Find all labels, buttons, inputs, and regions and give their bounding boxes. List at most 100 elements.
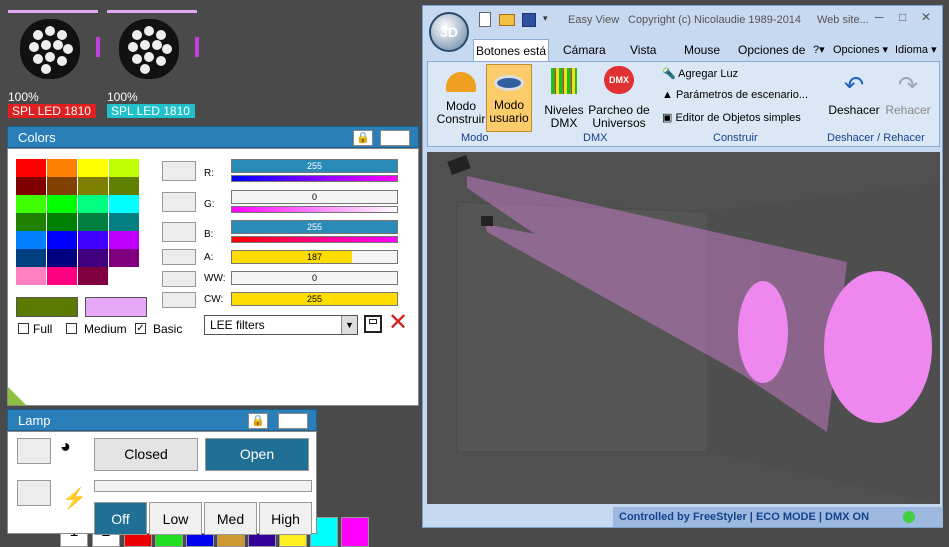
minimize-button[interactable]: ─ xyxy=(875,10,895,24)
modo-construir-button[interactable]: Modo Construir xyxy=(436,66,486,130)
colors-close-button[interactable]: X xyxy=(380,130,410,146)
channel-a-button[interactable] xyxy=(162,249,196,265)
palette-swatch[interactable] xyxy=(47,249,77,267)
tab-opciones-de[interactable]: Opciones de xyxy=(738,39,805,61)
channel-cw-slider[interactable]: 255 xyxy=(231,292,398,306)
parametros-button[interactable]: ▲ Parámetros de escenario... xyxy=(662,89,808,101)
palette-swatch[interactable] xyxy=(78,159,108,177)
palette-swatch[interactable] xyxy=(78,195,108,213)
palette-swatch[interactable] xyxy=(78,231,108,249)
modo-usuario-button[interactable]: Modo usuario xyxy=(486,64,532,132)
palette-swatch[interactable] xyxy=(16,267,46,285)
3d-viewport[interactable] xyxy=(427,152,940,504)
tab-botones[interactable]: Botones está xyxy=(473,39,549,61)
parcheo-universos-button[interactable]: DMX Parcheo de Universos xyxy=(588,66,650,130)
lamp-close-button[interactable]: X xyxy=(278,413,308,429)
palette-swatch[interactable] xyxy=(47,267,77,285)
lamp-high-button[interactable]: High xyxy=(259,502,312,535)
fixture-1[interactable]: 100% SPL LED 1810 xyxy=(8,10,100,122)
tab-camara[interactable]: Cámara xyxy=(563,39,606,61)
palette-swatch[interactable] xyxy=(109,177,139,195)
full-checkbox[interactable] xyxy=(18,323,29,334)
website-link[interactable]: Web site... xyxy=(817,14,869,26)
channel-cw-label: CW: xyxy=(204,294,224,305)
chevron-down-icon[interactable]: ▼ xyxy=(341,316,357,334)
filter-select[interactable]: LEE filters ▼ xyxy=(204,315,358,335)
palette-swatch[interactable] xyxy=(109,213,139,231)
channel-ww-button[interactable] xyxy=(162,271,196,287)
close-button[interactable]: ✕ xyxy=(921,10,941,24)
scene-icon: ▲ xyxy=(662,89,673,101)
maximize-button[interactable]: □ xyxy=(899,10,919,24)
basic-checkbox[interactable]: ✓ xyxy=(135,323,146,334)
fixture-2[interactable]: 100% SPL LED 1810 xyxy=(107,10,199,122)
palette-swatch[interactable] xyxy=(109,249,139,267)
delete-icon[interactable]: ✕ xyxy=(388,311,408,335)
lamp-panel: ◕ ⚡ Closed Open Off Low Med High xyxy=(7,431,317,535)
add-corner-icon[interactable] xyxy=(8,387,26,405)
channel-g-slider[interactable]: 0 xyxy=(231,190,398,204)
fixture-name: SPL LED 1810 xyxy=(107,104,195,118)
lamp-power-button[interactable] xyxy=(17,480,51,506)
shutter-closed-button[interactable]: Closed xyxy=(94,438,198,471)
palette-swatch[interactable] xyxy=(16,231,46,249)
palette-swatch[interactable] xyxy=(16,159,46,177)
niveles-dmx-button[interactable]: Niveles DMX xyxy=(542,66,586,130)
save-icon[interactable] xyxy=(522,13,536,27)
palette-swatch[interactable] xyxy=(78,177,108,195)
lamp-low-button[interactable]: Low xyxy=(149,502,202,535)
palette-swatch[interactable] xyxy=(78,267,108,285)
channel-b-slider[interactable]: 255 xyxy=(231,220,398,234)
current-color-swatch xyxy=(16,297,78,317)
open-folder-icon[interactable] xyxy=(499,14,515,26)
tab-vista[interactable]: Vista xyxy=(630,39,656,61)
lock-icon[interactable]: 🔒 xyxy=(248,413,268,429)
lock-icon[interactable]: 🔒 xyxy=(353,130,373,146)
agregar-luz-button[interactable]: 🔦 Agregar Luz xyxy=(662,67,738,80)
palette-swatch[interactable] xyxy=(16,249,46,267)
save-icon[interactable] xyxy=(364,315,382,333)
lamp-off-button[interactable]: Off xyxy=(94,502,147,535)
channel-g-gradient xyxy=(231,206,398,213)
deshacer-button[interactable]: ↶ Deshacer xyxy=(828,66,880,130)
palette-swatch[interactable] xyxy=(109,159,139,177)
palette-swatch[interactable] xyxy=(16,177,46,195)
palette-swatch[interactable] xyxy=(16,213,46,231)
palette-swatch[interactable] xyxy=(109,267,139,285)
channel-g-button[interactable] xyxy=(162,192,196,212)
color-palette xyxy=(16,159,140,285)
rehacer-button[interactable]: ↷ Rehacer xyxy=(882,66,934,130)
palette-swatch[interactable] xyxy=(109,231,139,249)
fixture-model[interactable] xyxy=(481,216,493,226)
channel-b-button[interactable] xyxy=(162,222,196,242)
channel-r-button[interactable] xyxy=(162,161,196,181)
palette-swatch[interactable] xyxy=(47,159,77,177)
quick-color-button[interactable] xyxy=(341,517,369,547)
channel-r-slider[interactable]: 255 xyxy=(231,159,398,173)
palette-swatch[interactable] xyxy=(47,231,77,249)
palette-swatch[interactable] xyxy=(78,213,108,231)
lamp-med-button[interactable]: Med xyxy=(204,502,257,535)
idioma-menu[interactable]: Idioma ▾ xyxy=(895,39,937,61)
lamp-shutter-button[interactable] xyxy=(17,438,51,464)
medium-checkbox[interactable] xyxy=(66,323,77,334)
palette-swatch[interactable] xyxy=(16,195,46,213)
shutter-open-button[interactable]: Open xyxy=(205,438,309,471)
new-file-icon[interactable] xyxy=(479,12,491,27)
palette-swatch[interactable] xyxy=(47,195,77,213)
quick-access-chevron-icon[interactable]: ▾ xyxy=(543,13,548,24)
app-logo-button[interactable]: 3D xyxy=(429,12,469,52)
palette-swatch[interactable] xyxy=(78,249,108,267)
palette-swatch[interactable] xyxy=(47,213,77,231)
palette-swatch[interactable] xyxy=(47,177,77,195)
group-construir: Construir xyxy=(713,132,758,144)
help-menu[interactable]: ?▾ xyxy=(813,39,825,61)
palette-swatch[interactable] xyxy=(109,195,139,213)
channel-ww-slider[interactable]: 0 xyxy=(231,271,398,285)
opciones-menu[interactable]: Opciones ▾ xyxy=(833,39,888,61)
tab-mouse[interactable]: Mouse xyxy=(684,39,720,61)
channel-a-slider[interactable]: 187 xyxy=(231,250,398,264)
channel-cw-button[interactable] xyxy=(162,292,196,308)
preview-color-swatch xyxy=(85,297,147,317)
editor-objetos-button[interactable]: ▣ Editor de Objetos simples xyxy=(662,111,801,124)
